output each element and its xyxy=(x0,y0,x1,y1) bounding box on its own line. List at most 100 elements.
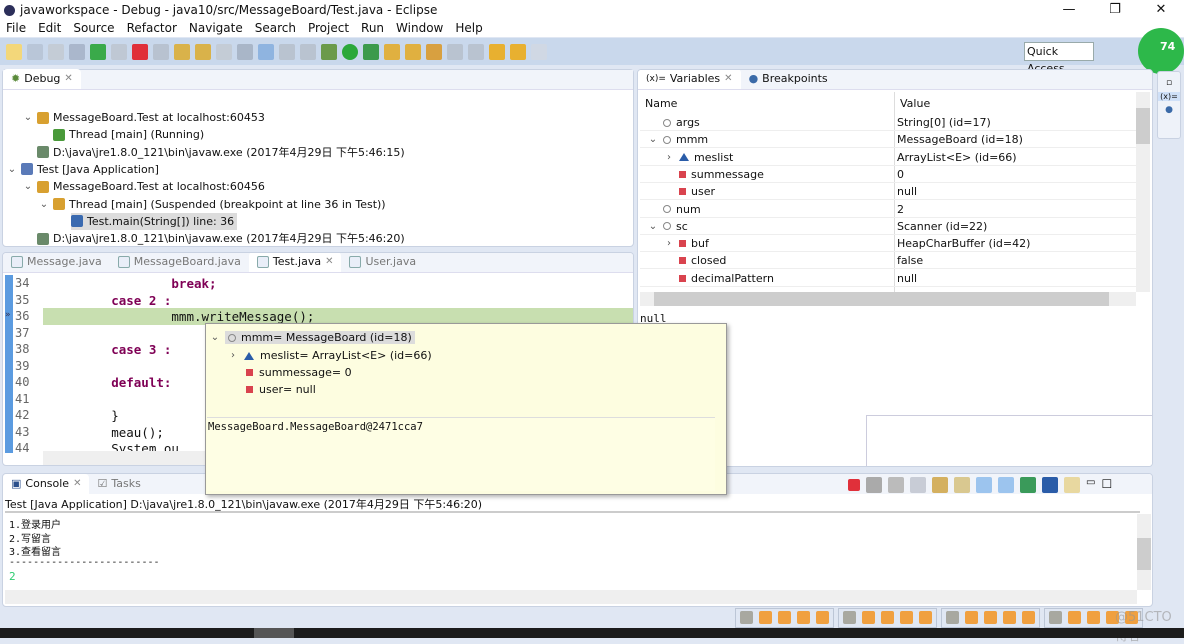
hover-detail[interactable]: MessageBoard.MessageBoard@2471cca7 xyxy=(207,417,715,491)
map-icon[interactable] xyxy=(965,611,978,624)
open-console-icon[interactable] xyxy=(1064,477,1080,493)
debug-tree-item[interactable]: ⌄ Thread [main] (Suspended (breakpoint at… xyxy=(39,196,389,213)
resume-icon[interactable] xyxy=(90,43,106,60)
close-icon[interactable]: ✕ xyxy=(73,474,81,494)
cap-icon[interactable] xyxy=(881,611,894,624)
remove-all-icon[interactable] xyxy=(888,477,904,493)
variables-hscrollbar[interactable] xyxy=(640,292,1136,306)
chevron-down-icon[interactable]: ⌄ xyxy=(210,332,220,343)
show-on-stderr-icon[interactable] xyxy=(998,477,1014,493)
menu-search[interactable]: Search xyxy=(249,20,302,37)
debug-tree-item[interactable]: Thread [main] (Running) xyxy=(53,126,207,143)
debug-icon[interactable] xyxy=(321,43,337,60)
tab-message-java[interactable]: Message.java xyxy=(3,253,110,272)
maximize-icon[interactable]: ☐ xyxy=(1101,477,1112,493)
cap-icon[interactable] xyxy=(778,611,791,624)
last-edit-icon[interactable] xyxy=(489,43,505,60)
previous-annotation-icon[interactable] xyxy=(468,43,484,60)
map-icon[interactable] xyxy=(759,611,772,624)
search-icon[interactable] xyxy=(426,43,442,60)
open-folder-icon[interactable] xyxy=(405,43,421,60)
chevron-down-icon[interactable]: ⌄ xyxy=(39,196,49,213)
drop-to-frame-icon[interactable] xyxy=(237,43,253,60)
toolbar-icon[interactable] xyxy=(279,43,295,60)
word-wrap-icon[interactable] xyxy=(954,477,970,493)
debug-tree-item[interactable]: Test.main(String[]) line: 36 xyxy=(71,212,238,230)
menu-edit[interactable]: Edit xyxy=(32,20,67,37)
tab-test-java[interactable]: Test.java ✕ xyxy=(248,253,342,272)
menu-source[interactable]: Source xyxy=(67,20,120,37)
cap-icon[interactable] xyxy=(1087,611,1100,624)
scroll-lock-icon[interactable] xyxy=(932,477,948,493)
suspend-icon[interactable] xyxy=(111,43,127,60)
debug-tree-item[interactable]: D:\java\jre1.8.0_121\bin\javaw.exe (2017… xyxy=(37,230,408,247)
code-line[interactable]: case 2 : xyxy=(51,293,171,308)
code-line[interactable]: case 3 : xyxy=(51,342,171,357)
menu-run[interactable]: Run xyxy=(355,20,390,37)
menu-help[interactable]: Help xyxy=(449,20,488,37)
lifebuoy-icon[interactable] xyxy=(1022,611,1035,624)
chevron-down-icon[interactable]: ⌄ xyxy=(7,161,17,178)
minimize-icon[interactable]: ▭ xyxy=(1086,477,1095,493)
debug-tree-item[interactable]: D:\java\jre1.8.0_121\bin\javaw.exe (2017… xyxy=(37,144,408,161)
console-hscrollbar[interactable] xyxy=(5,590,1137,604)
col-name-header[interactable]: Name xyxy=(645,97,677,110)
menu-refactor[interactable]: Refactor xyxy=(121,20,183,37)
clear-console-icon[interactable] xyxy=(910,477,926,493)
wand-icon[interactable] xyxy=(797,611,810,624)
breakpoints-icon[interactable]: ● xyxy=(1158,105,1180,115)
lifebuoy-icon[interactable] xyxy=(816,611,829,624)
step-into-icon[interactable] xyxy=(174,43,190,60)
chevron-right-icon[interactable]: › xyxy=(228,350,238,361)
tab-tasks[interactable]: ☑ Tasks xyxy=(89,474,148,494)
tab-breakpoints[interactable]: ● Breakpoints xyxy=(741,70,836,89)
console-vscrollbar[interactable] xyxy=(1137,514,1151,590)
hover-child[interactable]: user= null xyxy=(246,381,316,398)
pin-console-icon[interactable] xyxy=(1020,477,1036,493)
chevron-right-icon[interactable]: › xyxy=(664,235,674,252)
hover-child[interactable]: › meslist= ArrayList<E> (id=66) xyxy=(228,347,432,364)
variable-row[interactable]: closed false xyxy=(640,252,1137,270)
restore-button[interactable]: ❐ xyxy=(1092,0,1138,20)
hover-root[interactable]: ⌄ mmm= MessageBoard (id=18) xyxy=(210,329,415,346)
chevron-down-icon[interactable]: ⌄ xyxy=(648,131,658,148)
forward-icon[interactable] xyxy=(531,43,547,60)
lifebuoy-icon[interactable] xyxy=(919,611,932,624)
run-icon[interactable] xyxy=(342,43,358,60)
variable-row[interactable]: num 2 xyxy=(640,201,1137,218)
variable-row[interactable]: › buf HeapCharBuffer (id=42) xyxy=(640,235,1137,253)
menu-project[interactable]: Project xyxy=(302,20,355,37)
variable-row[interactable]: ⌄ sc Scanner (id=22) xyxy=(640,218,1137,235)
menu-navigate[interactable]: Navigate xyxy=(183,20,249,37)
tab-variables[interactable]: (x)= Variables ✕ xyxy=(638,70,741,89)
menu-file[interactable]: File xyxy=(0,20,32,37)
close-icon[interactable]: ✕ xyxy=(64,69,72,89)
chevron-down-icon[interactable]: ⌄ xyxy=(23,178,33,195)
console-input[interactable]: 2 xyxy=(9,570,16,583)
skip-breakpoints-icon[interactable] xyxy=(69,43,85,60)
tab-debug[interactable]: ✹ Debug ✕ xyxy=(3,69,81,89)
step-return-icon[interactable] xyxy=(216,43,232,60)
code-line[interactable]: default: xyxy=(51,375,171,390)
cap-icon[interactable] xyxy=(984,611,997,624)
new-icon[interactable] xyxy=(6,43,22,60)
chevron-down-icon[interactable]: ⌄ xyxy=(23,109,33,126)
variable-row[interactable]: summessage 0 xyxy=(640,166,1137,183)
hand-icon[interactable] xyxy=(740,611,753,624)
save-icon[interactable] xyxy=(27,43,43,60)
restore-icon[interactable]: ▫ xyxy=(1158,78,1180,88)
map-icon[interactable] xyxy=(1068,611,1081,624)
code-line[interactable]: break; xyxy=(51,276,216,291)
variable-row[interactable]: decimalPattern null xyxy=(640,270,1137,287)
variable-row[interactable]: user null xyxy=(640,183,1137,201)
terminate-icon[interactable] xyxy=(848,479,860,491)
next-annotation-icon[interactable] xyxy=(447,43,463,60)
code-line[interactable]: } xyxy=(51,408,119,423)
hover-child[interactable]: summessage= 0 xyxy=(246,364,352,381)
wand-icon[interactable] xyxy=(900,611,913,624)
hand-icon[interactable] xyxy=(946,611,959,624)
close-button[interactable]: ✕ xyxy=(1138,0,1184,20)
debug-tree-item[interactable]: ⌄ MessageBoard.Test at localhost:60453 xyxy=(23,109,268,126)
wand-icon[interactable] xyxy=(1003,611,1016,624)
variable-row[interactable]: ⌄ mmm MessageBoard (id=18) xyxy=(640,131,1137,149)
